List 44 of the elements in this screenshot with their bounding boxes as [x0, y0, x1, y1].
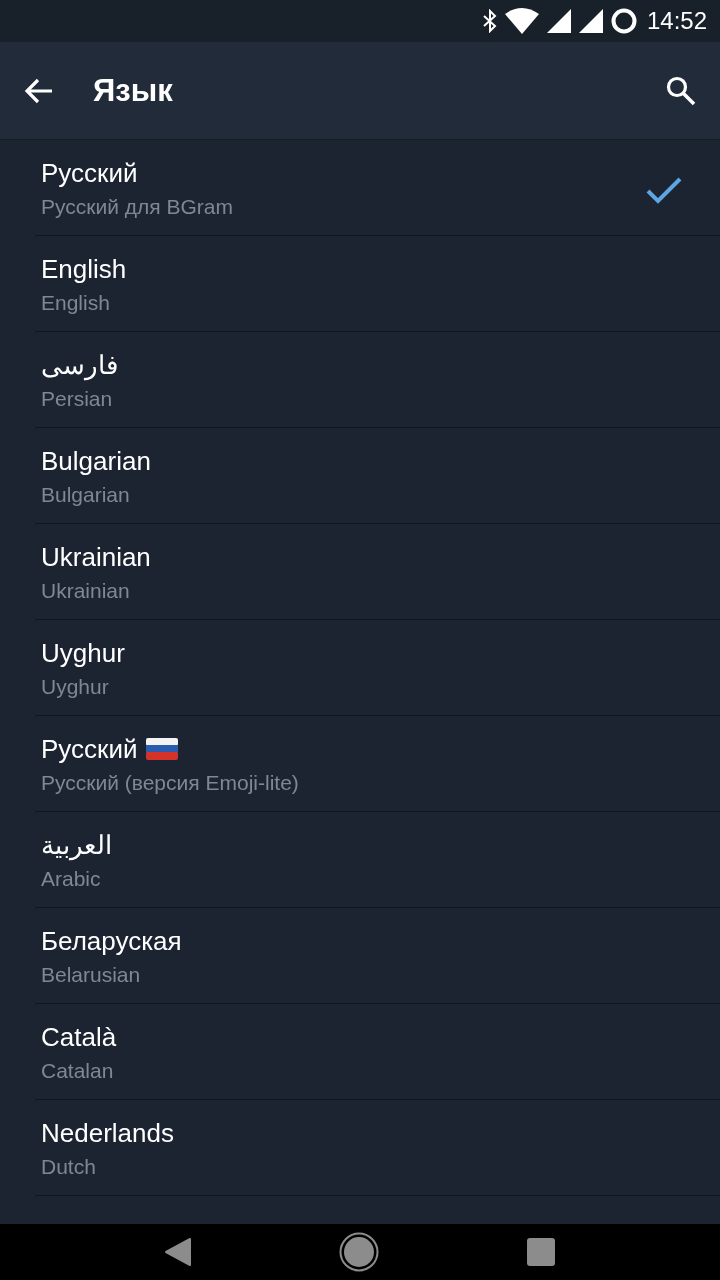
language-name: Русский	[41, 157, 138, 189]
language-subtitle: Arabic	[41, 866, 101, 892]
language-name: Uyghur	[41, 637, 125, 669]
language-subtitle: Dutch	[41, 1154, 96, 1180]
language-subtitle: Belarusian	[41, 962, 141, 988]
language-name: English	[41, 253, 127, 285]
screen-title: Язык	[93, 72, 174, 109]
language-name: Беларуская	[41, 925, 182, 957]
language-item[interactable]: Беларуская Belarusian	[35, 908, 720, 1004]
recents-nav-button[interactable]	[526, 1237, 557, 1267]
search-button[interactable]	[666, 75, 696, 106]
language-item[interactable]: Ukrainian Ukrainian	[35, 524, 720, 620]
signal-icon	[578, 9, 603, 33]
language-item[interactable]: Nederlands Dutch	[35, 1100, 720, 1196]
language-name: Bulgarian	[41, 445, 151, 477]
language-name: Català	[41, 1021, 117, 1053]
flag-icon	[146, 738, 179, 760]
language-item[interactable]: English English	[35, 236, 720, 332]
back-button[interactable]	[24, 77, 54, 104]
language-subtitle: Bulgarian	[41, 482, 130, 508]
status-time: 14:52	[646, 7, 707, 35]
language-subtitle: Русский для BGram	[41, 194, 233, 220]
language-name: العربية	[41, 829, 112, 861]
language-subtitle: English	[41, 290, 110, 316]
language-item[interactable]: Bulgarian Bulgarian	[35, 428, 720, 524]
language-subtitle: Catalan	[41, 1058, 114, 1084]
language-subtitle: Русский (версия Emoji-lite)	[41, 770, 299, 796]
language-subtitle: Uyghur	[41, 674, 109, 700]
language-item[interactable]: Русский Русский для BGram	[35, 140, 720, 236]
language-name: Русский	[41, 733, 138, 765]
home-nav-button[interactable]	[339, 1232, 379, 1272]
back-nav-button[interactable]	[163, 1237, 192, 1267]
language-subtitle: Ukrainian	[41, 578, 130, 604]
language-name: فارسی	[41, 349, 118, 381]
language-item[interactable]: Català Catalan	[35, 1004, 720, 1100]
language-subtitle: Persian	[41, 386, 113, 412]
language-item[interactable]: Русский Русский (версия Emoji-lite)	[35, 716, 720, 812]
wifi-icon	[504, 8, 539, 34]
language-name: Ukrainian	[41, 541, 151, 573]
language-item[interactable]: Uyghur Uyghur	[35, 620, 720, 716]
battery-ring-icon	[610, 8, 637, 34]
bluetooth-icon	[482, 9, 497, 33]
signal-icon	[546, 9, 571, 33]
language-name: Nederlands	[41, 1117, 174, 1149]
